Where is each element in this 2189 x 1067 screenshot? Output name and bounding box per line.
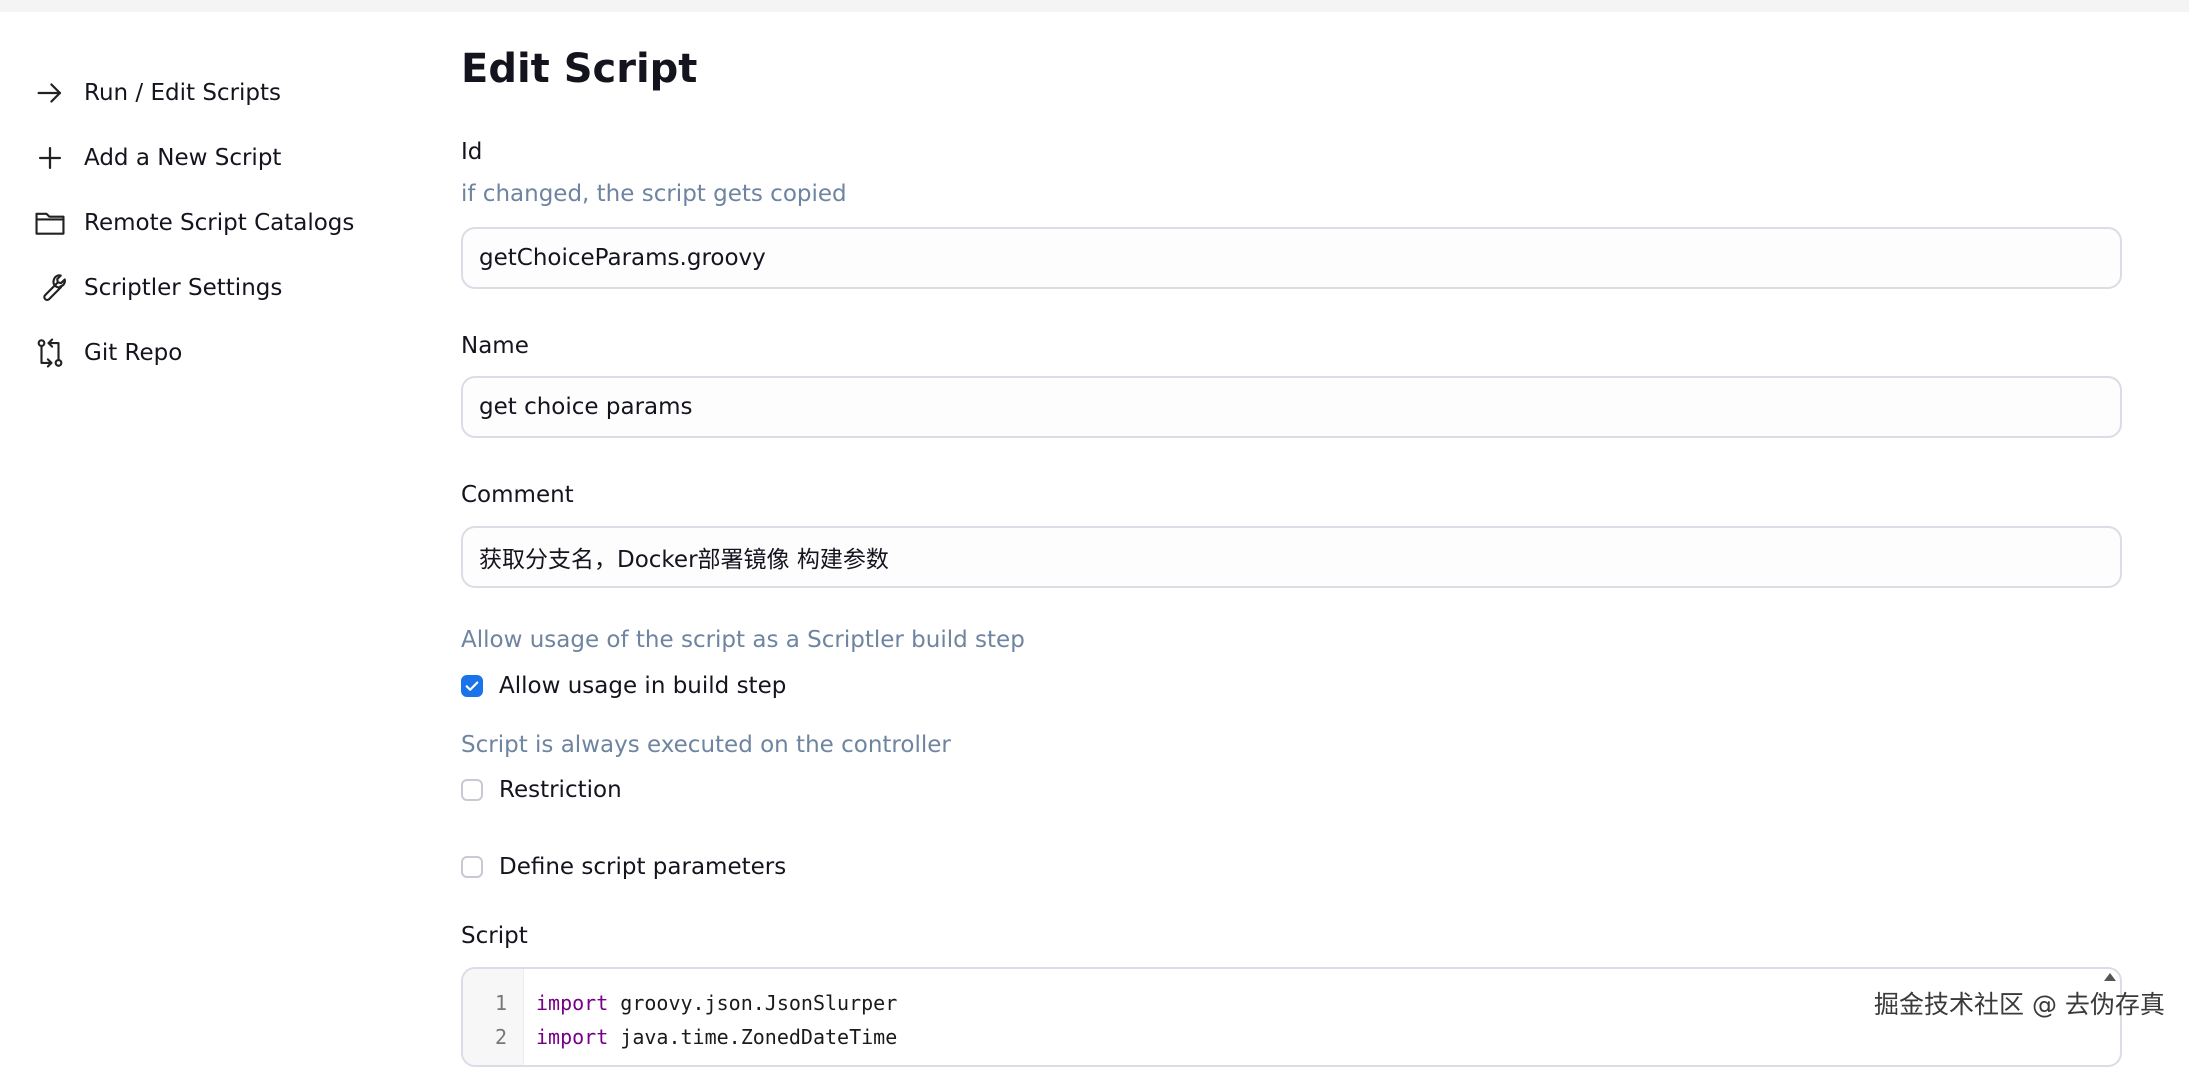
comment-input[interactable]	[461, 526, 2122, 588]
restriction-checkbox[interactable]	[461, 779, 483, 801]
top-bar	[0, 0, 2189, 12]
watermark: 掘金技术社区 @ 去伪存真	[1874, 990, 2165, 1019]
build-step-label: Allow usage in build step	[499, 673, 787, 699]
line-number: 1	[494, 991, 507, 1015]
code-keyword: import	[536, 1025, 609, 1049]
sidebar-item-label: Scriptler Settings	[84, 275, 283, 301]
sidebar-item-git-repo[interactable]: Git Repo	[32, 325, 392, 381]
id-input[interactable]	[461, 227, 2122, 289]
checkmark-icon	[465, 681, 479, 691]
restriction-option[interactable]: Restriction	[461, 774, 622, 806]
build-step-description: Allow usage of the script as a Scriptler…	[461, 627, 1025, 653]
plus-icon	[32, 140, 68, 176]
parameters-label: Define script parameters	[499, 854, 787, 880]
sidebar-item-run-edit-scripts[interactable]: Run / Edit Scripts	[32, 65, 392, 121]
id-description: if changed, the script gets copied	[461, 181, 847, 207]
code-text: groovy.json.JsonSlurper	[608, 991, 898, 1015]
restriction-description: Script is always executed on the control…	[461, 732, 951, 758]
code-keyword: import	[536, 991, 609, 1015]
restriction-label: Restriction	[499, 777, 622, 803]
folder-icon	[32, 205, 68, 241]
sidebar-item-label: Git Repo	[84, 340, 183, 366]
code-text: java.time.ZonedDateTime	[608, 1025, 898, 1049]
script-label: Script	[461, 923, 528, 949]
sidebar-item-label: Run / Edit Scripts	[84, 80, 282, 106]
script-editor[interactable]: 1 import groovy.json.JsonSlurper 2 impor…	[461, 967, 2122, 1067]
scroll-up-arrow-icon[interactable]	[2104, 973, 2116, 981]
sidebar-item-label: Remote Script Catalogs	[84, 210, 355, 236]
name-input[interactable]	[461, 376, 2122, 438]
build-step-option[interactable]: Allow usage in build step	[461, 670, 786, 702]
wrench-icon	[32, 270, 68, 306]
comment-label: Comment	[461, 482, 574, 508]
arrow-right-icon	[32, 75, 68, 111]
sidebar-item-scriptler-settings[interactable]: Scriptler Settings	[32, 260, 392, 316]
sidebar-item-remote-script-catalogs[interactable]: Remote Script Catalogs	[32, 195, 392, 251]
parameters-option[interactable]: Define script parameters	[461, 851, 786, 883]
id-label: Id	[461, 139, 483, 165]
sidebar-item-add-new-script[interactable]: Add a New Script	[32, 130, 392, 186]
git-compare-icon	[32, 335, 68, 371]
line-number: 2	[494, 1025, 507, 1049]
name-label: Name	[461, 333, 529, 359]
build-step-checkbox[interactable]	[461, 675, 483, 697]
parameters-checkbox[interactable]	[461, 856, 483, 878]
sidebar-item-label: Add a New Script	[84, 145, 282, 171]
page-title: Edit Script	[461, 46, 698, 92]
